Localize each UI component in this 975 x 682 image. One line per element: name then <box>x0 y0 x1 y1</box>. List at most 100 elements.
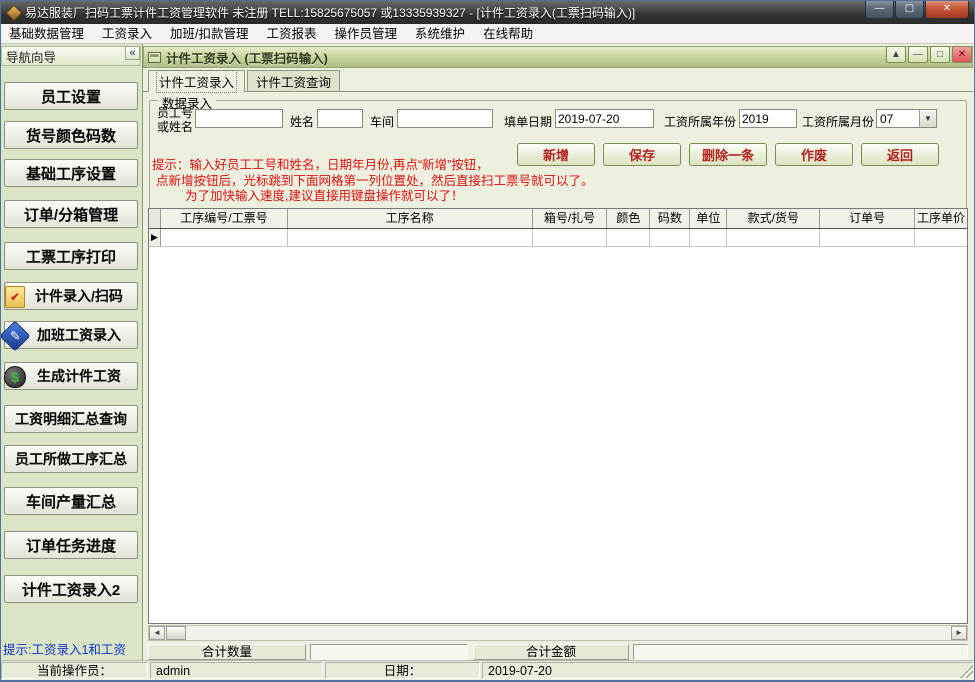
col-process-name[interactable]: 工序名称 <box>288 209 533 228</box>
status-operator-label: 当前操作员： <box>1 662 148 679</box>
scroll-right-icon[interactable]: ► <box>951 626 967 640</box>
menu-overtime-deduction[interactable]: 加班/扣款管理 <box>161 24 257 44</box>
col-size[interactable]: 码数 <box>650 209 690 228</box>
menubar: 基础数据管理 工资录入 加班/扣款管理 工资报表 操作员管理 系统维护 在线帮助 <box>0 24 975 44</box>
sidebar-collapse-button[interactable]: « <box>125 46 140 60</box>
dropdown-arrow-icon[interactable]: ▼ <box>919 110 936 127</box>
minimize-button[interactable]: — <box>865 0 894 19</box>
col-style-no[interactable]: 款式/货号 <box>727 209 820 228</box>
child-window-controls: ▲ — □ ✕ <box>886 46 972 63</box>
back-button[interactable]: 返回 <box>861 143 939 166</box>
tab-strip: 计件工资录入 计件工资查询 <box>148 70 342 91</box>
menu-wage-report[interactable]: 工资报表 <box>258 24 326 44</box>
sidebar-item-overtime-entry[interactable]: ✎ 加班工资录入 <box>4 321 138 349</box>
child-titlebar: 计件工资录入 (工票扫码输入) <box>143 46 973 68</box>
wage-month-select[interactable]: 07 ▼ <box>876 109 937 128</box>
sidebar-item-process-setup[interactable]: 基础工序设置 <box>4 159 138 187</box>
status-date-value: 2019-07-20 <box>482 662 973 679</box>
fill-date-input[interactable] <box>555 109 654 128</box>
form-fields: 员工号或姓名 姓名 车间 填单日期 工资所属年份 工资所属月份 07 ▼ <box>143 106 975 136</box>
menu-system-maintenance[interactable]: 系统维护 <box>406 24 474 44</box>
sidebar-header: 导航向导 <box>1 46 141 66</box>
status-date-label: 日期： <box>325 662 480 679</box>
sidebar-item-employee-process-summary[interactable]: 员工所做工序汇总 <box>4 445 138 473</box>
child-maximize-button[interactable]: □ <box>930 46 950 63</box>
app-window: 易达服装厂扫码工票计件工资管理软件 未注册 TELL:15825675057 或… <box>0 0 975 682</box>
money-bag-icon: $ <box>2 364 28 390</box>
sidebar: 导航向导 « 员工设置 货号颜色码数 基础工序设置 订单/分箱管理 工票工序打印… <box>0 44 143 660</box>
main-area: 计件工资录入 (工票扫码输入) ▲ — □ ✕ 计件工资录入 计件工资查询 数据… <box>143 44 975 660</box>
col-box-bundle-no[interactable]: 箱号/扎号 <box>533 209 608 228</box>
menu-online-help[interactable]: 在线帮助 <box>474 24 542 44</box>
total-amount-value <box>633 644 968 660</box>
sidebar-item-generate-piece-wage[interactable]: $ 生成计件工资 <box>4 362 138 390</box>
col-unit[interactable]: 单位 <box>690 209 727 228</box>
app-icon <box>6 5 20 19</box>
window-title: 易达服装厂扫码工票计件工资管理软件 未注册 TELL:15825675057 或… <box>25 4 635 21</box>
sidebar-item-style-color-size[interactable]: 货号颜色码数 <box>4 121 138 149</box>
total-qty-value <box>310 644 468 660</box>
close-button[interactable]: ✕ <box>925 0 969 19</box>
fill-date-label: 填单日期 <box>504 113 552 130</box>
col-order-no[interactable]: 订单号 <box>820 209 915 228</box>
total-amount-label: 合计金额 <box>473 644 629 660</box>
sidebar-item-workshop-output-summary[interactable]: 车间产量汇总 <box>4 487 138 515</box>
total-qty-label: 合计数量 <box>148 644 306 660</box>
workshop-input[interactable] <box>397 109 493 128</box>
scroll-left-icon[interactable]: ◄ <box>149 626 165 640</box>
wage-year-label: 工资所属年份 <box>664 113 736 130</box>
statusbar: 当前操作员： admin 日期： 2019-07-20 <box>0 660 975 680</box>
totals-row: 合计数量 合计金额 <box>148 644 968 660</box>
menu-wage-entry[interactable]: 工资录入 <box>93 24 161 44</box>
grid-header: 工序编号/工票号 工序名称 箱号/扎号 颜色 码数 单位 款式/货号 订单号 工… <box>149 209 967 229</box>
hint-line-3: 为了加快输入速度,建议直接用键盘操作就可以了！ <box>185 185 463 204</box>
maximize-button[interactable]: ▢ <box>895 0 924 19</box>
window-controls: — ▢ ✕ <box>864 0 969 19</box>
overtime-entry-icon: ✎ <box>2 323 28 349</box>
col-color[interactable]: 颜色 <box>607 209 650 228</box>
scrollbar-thumb[interactable] <box>166 626 186 640</box>
delete-one-button[interactable]: 删除一条 <box>689 143 767 166</box>
child-minimize-button[interactable]: — <box>908 46 928 63</box>
sidebar-item-employee-setup[interactable]: 员工设置 <box>4 82 138 110</box>
piece-entry-icon: ✔ <box>2 284 28 310</box>
sidebar-item-piece-entry-scan[interactable]: ✔ 计件录入/扫码 <box>4 282 138 310</box>
resize-grip[interactable] <box>960 665 973 678</box>
void-button[interactable]: 作废 <box>775 143 853 166</box>
menu-operator-mgmt[interactable]: 操作员管理 <box>326 24 407 44</box>
sidebar-item-wage-detail-query[interactable]: 工资明细汇总查询 <box>4 405 138 433</box>
wage-month-label: 工资所属月份 <box>802 113 874 130</box>
horizontal-scrollbar[interactable]: ◄ ► <box>148 625 968 641</box>
wage-month-value: 07 <box>877 112 919 126</box>
employee-no-input[interactable] <box>195 109 283 128</box>
tab-piece-wage-query[interactable]: 计件工资查询 <box>247 70 340 91</box>
name-input[interactable] <box>317 109 363 128</box>
status-operator-value: admin <box>150 662 323 679</box>
sidebar-hint: 提示:工资录入1和工资 <box>3 639 141 658</box>
tab-strip-line <box>143 91 973 92</box>
workshop-label: 车间 <box>370 113 394 130</box>
col-process-ticket-no[interactable]: 工序编号/工票号 <box>161 209 288 228</box>
tab-piece-wage-entry[interactable]: 计件工资录入 <box>148 70 245 92</box>
save-button[interactable]: 保存 <box>603 143 681 166</box>
menu-basic-data[interactable]: 基础数据管理 <box>0 24 93 44</box>
sidebar-header-label: 导航向导 <box>6 47 56 66</box>
child-window-icon <box>148 52 161 63</box>
name-label: 姓名 <box>290 113 314 130</box>
child-restore-button[interactable]: ▲ <box>886 46 906 63</box>
child-close-button[interactable]: ✕ <box>952 46 972 63</box>
grid-header-selector <box>149 209 161 228</box>
child-window-title: 计件工资录入 (工票扫码输入) <box>166 48 328 67</box>
employee-no-label: 员工号或姓名 <box>157 107 193 135</box>
col-unit-price[interactable]: 工序单价 <box>915 209 967 228</box>
piece-entry-grid: 工序编号/工票号 工序名称 箱号/扎号 颜色 码数 单位 款式/货号 订单号 工… <box>148 208 968 624</box>
sidebar-item-order-box-mgmt[interactable]: 订单/分箱管理 <box>4 200 138 228</box>
add-button[interactable]: 新增 <box>517 143 595 166</box>
sidebar-item-ticket-print[interactable]: 工票工序打印 <box>4 242 138 270</box>
sidebar-item-piece-wage-entry-2[interactable]: 计件工资录入2 <box>4 575 138 603</box>
titlebar: 易达服装厂扫码工票计件工资管理软件 未注册 TELL:15825675057 或… <box>0 0 975 24</box>
sidebar-item-order-task-progress[interactable]: 订单任务进度 <box>4 531 138 559</box>
wage-year-input[interactable] <box>739 109 797 128</box>
table-row[interactable]: ▶ <box>149 229 967 247</box>
row-marker-icon: ▶ <box>149 229 161 246</box>
